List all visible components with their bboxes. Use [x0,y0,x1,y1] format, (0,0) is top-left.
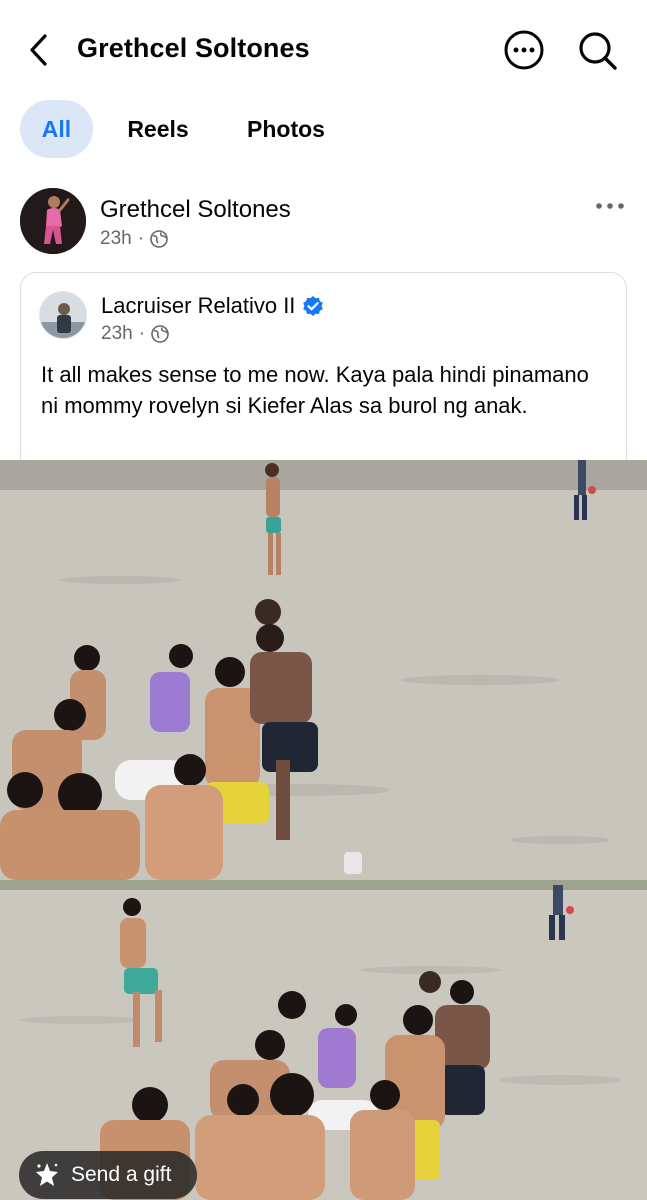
beach-scene-image-1 [0,460,647,880]
more-circle-icon [504,30,544,70]
search-icon [579,32,617,70]
send-gift-label: Send a gift [71,1163,172,1186]
profile-photo [20,188,86,254]
more-options-button[interactable] [503,29,545,71]
horizontal-dots-icon [596,203,624,209]
shared-post-meta: 23h · [101,323,169,345]
shared-post-time: 23h [101,323,133,344]
back-button[interactable] [24,30,54,70]
filter-tabs: All Reels Photos [0,98,647,160]
tab-reels[interactable]: Reels [110,100,206,158]
send-gift-button[interactable]: Send a gift [19,1151,197,1199]
shared-author-avatar[interactable] [39,291,87,339]
post-meta: 23h · [100,228,168,250]
shared-meta-separator: · [138,323,146,344]
post-time: 23h [100,228,132,249]
shared-profile-photo [40,292,86,338]
post-photo-1[interactable] [0,460,647,880]
shared-post-card[interactable]: Lacruiser Relativo II 23h · It all makes… [20,272,627,472]
avatar[interactable] [20,188,86,254]
post-options-button[interactable] [594,198,626,214]
gift-star-icon [36,1163,58,1186]
post-header: Grethcel Soltones 23h · [0,180,647,260]
verified-badge-icon [303,296,324,316]
meta-separator: · [137,228,145,249]
globe-icon [151,325,169,343]
chevron-left-icon [30,34,47,66]
shared-author-label: Lacruiser Relativo II [101,293,296,318]
shared-post-text: It all makes sense to me now. Kaya pala … [41,362,589,418]
shared-author-name[interactable]: Lacruiser Relativo II [101,293,324,319]
search-button[interactable] [576,29,618,71]
tab-photos[interactable]: Photos [226,100,346,158]
tab-all[interactable]: All [20,100,93,158]
post-author-name[interactable]: Grethcel Soltones [100,196,291,224]
page-title: Grethcel Soltones [77,33,310,63]
globe-icon [150,230,168,248]
top-bar: Grethcel Soltones [0,0,647,100]
